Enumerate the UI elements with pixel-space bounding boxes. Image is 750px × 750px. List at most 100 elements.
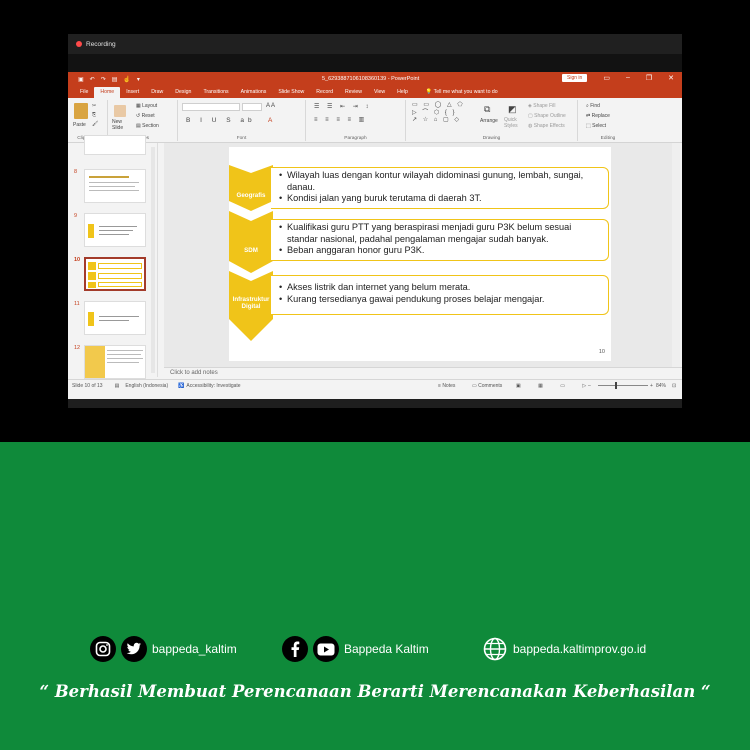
redo-icon[interactable]: ↷ [101,76,106,83]
recording-bar: Recording [68,34,682,54]
touch-mode-icon[interactable]: ☝ [123,76,130,83]
undo-icon[interactable]: ↶ [90,76,95,83]
arrange-label[interactable]: Arrange [480,118,498,124]
slide-scrollbar[interactable] [672,143,680,367]
shape-outline-button[interactable]: ▢ Shape Outline [528,113,566,119]
layout-button[interactable]: ▦ Layout [136,103,157,109]
font-size-buttons[interactable]: A A [266,103,275,109]
tab-insert[interactable]: Insert [120,87,145,98]
tell-me-search[interactable]: 💡 Tell me what you want to do [420,87,504,98]
thumbnail-number-8: 8 [74,169,78,175]
maximize-icon[interactable]: ❐ [646,74,652,82]
tab-design[interactable]: Design [169,87,197,98]
zoom-slider[interactable] [598,385,648,386]
geografis-bullet-1: Wilayah luas dengan kontur wilayah didom… [279,170,602,193]
list-buttons[interactable]: ☰ ☰ ⇤ ⇥ ↕ [314,103,371,110]
select-button[interactable]: ⬚ Select [586,123,606,129]
shape-effects-button[interactable]: ◍ Shape Effects [528,123,565,129]
ribbon: Paste ✂ ⎘ 🖌 Clipboard New Slide ▦ Layout… [68,98,682,143]
tab-draw[interactable]: Draw [145,87,169,98]
new-slide-label[interactable]: New Slide [112,119,130,131]
zoom-slider-handle[interactable] [615,382,617,389]
font-style-buttons[interactable]: B I U S ab [186,117,256,124]
section-button[interactable]: ▤ Section [136,123,159,129]
tab-slide-show[interactable]: Slide Show [272,87,310,98]
customize-toolbar-icon[interactable]: ▾ [137,76,140,83]
shape-fill-button[interactable]: ◈ Shape Fill [528,103,555,109]
website-url: bappeda.kaltimprov.go.id [513,642,647,656]
notes-toggle[interactable]: ≡ Notes [438,383,455,389]
drawing-group: ▭ ▭ ◯ △ ⬠ ▷ ⌒ ⬡ { } ↗ ☆ ⌂ ▢ ◇ ⧉ Arrange ◩ … [406,100,578,141]
view-buttons[interactable]: ▣ ▦ ▭ ▷ [516,383,594,389]
zoom-out-button[interactable]: – [588,383,591,389]
editing-group: ⌕ Find ⇄ Replace ⬚ Select Editing [578,100,638,141]
thumbnail-number-12: 12 [74,345,81,351]
paste-label[interactable]: Paste [73,122,86,128]
replace-button[interactable]: ⇄ Replace [586,113,610,119]
accessibility-status[interactable]: Accessibility: Investigate [186,383,240,389]
tab-help[interactable]: Help [391,87,414,98]
tab-animations[interactable]: Animations [235,87,273,98]
thumbnail-12[interactable] [84,345,146,379]
tab-record[interactable]: Record [310,87,339,98]
spellcheck-icon[interactable]: ▤ [115,383,120,389]
sdm-bullet-1: Kualifikasi guru PTT yang beraspirasi me… [279,222,602,245]
notes-toggle-label: Notes [442,382,456,389]
tab-review[interactable]: Review [339,87,368,98]
reset-button[interactable]: ↺ Reset [136,113,155,119]
thumbnail-9[interactable] [84,213,146,247]
save-icon[interactable]: ▣ [78,76,84,83]
recording-strip [68,54,682,72]
infrastruktur-bullet-1: Akses listrik dan internet yang belum me… [279,282,602,294]
notes-pane[interactable]: Click to add notes [164,367,682,379]
quick-styles-icon[interactable]: ◩ [508,104,517,115]
ribbon-tabs: File Home Insert Draw Design Transitions… [68,86,682,98]
slide-thumbnails-pane: 8 9 10 11 12 [68,135,158,379]
thumbnail-10[interactable] [84,257,146,291]
fit-slide-icon[interactable]: ⊡ [672,383,676,389]
infrastruktur-label: Infrastruktur Digital [232,296,270,311]
paste-icon[interactable] [74,103,88,119]
shape-outline-label: Shape Outline [534,113,566,119]
recording-window: Recording ▣ ↶ ↷ ▤ ☝ ▾ 5_6293887106108360… [68,34,682,408]
tab-home[interactable]: Home [94,87,121,98]
instagram-icon [90,636,116,662]
close-icon[interactable]: ✕ [668,74,674,82]
font-name-field[interactable] [182,103,240,111]
new-slide-icon[interactable] [114,105,126,117]
shapes-gallery[interactable]: ▭ ▭ ◯ △ ⬠ ▷ ⌒ ⬡ { } ↗ ☆ ⌂ ▢ ◇ [412,102,465,125]
language-status[interactable]: English (Indonesia) [125,383,168,389]
record-icon [76,41,82,47]
tab-view[interactable]: View [368,87,391,98]
comments-toggle[interactable]: ▭ Comments [472,383,502,389]
current-slide[interactable]: Geografis Wilayah luas dengan kontur wil… [229,147,611,361]
thumbnails-scrollbar[interactable] [151,147,155,373]
font-size-field[interactable] [242,103,262,111]
present-icon[interactable]: ▤ [112,76,118,83]
arrange-icon[interactable]: ⧉ [484,104,490,115]
thumbnail-8[interactable] [84,169,146,203]
copy-icon[interactable]: ⎘ [92,112,96,118]
format-painter-icon[interactable]: 🖌 [92,121,98,127]
cut-icon[interactable]: ✂ [92,103,96,109]
thumbnail-11[interactable] [84,301,146,335]
tab-transitions[interactable]: Transitions [197,87,234,98]
find-button[interactable]: ⌕ Find [586,103,600,109]
font-group: A A B I U S ab A Font [178,100,306,141]
font-color-icon[interactable]: A [268,117,272,124]
signin-button[interactable]: Sign in [562,74,588,82]
thumbnail-7[interactable] [84,135,146,155]
sdm-bullets: Kualifikasi guru PTT yang beraspirasi me… [271,219,609,261]
quick-styles-label[interactable]: Quick Styles [504,117,524,129]
tab-file[interactable]: File [74,87,94,98]
minimize-icon[interactable]: – [626,74,630,82]
tell-me-label: Tell me what you want to do [433,89,498,95]
layout-label: Layout [142,103,158,109]
ribbon-options-icon[interactable]: ▭ [603,74,610,82]
zoom-level[interactable]: 84% [656,383,666,389]
instagram-twitter-handle: bappeda_kaltim [152,642,237,656]
zoom-in-button[interactable]: + [650,383,653,389]
align-buttons[interactable]: ≡ ≡ ≡ ≡ ▥ [314,116,367,123]
accessibility-icon[interactable]: ♿ [178,383,184,389]
comments-toggle-label: Comments [478,382,503,389]
